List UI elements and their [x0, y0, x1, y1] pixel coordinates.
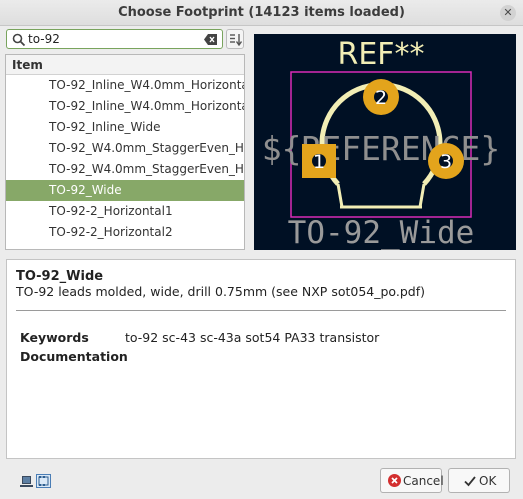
search-icon: [12, 33, 26, 47]
footprint-viewer-icon[interactable]: [36, 473, 51, 489]
pad-3-number: 3: [440, 151, 452, 173]
footprint-preview: ${REFERENCE} 2 1 3 REF** TO-92_Wide: [254, 34, 516, 250]
pad-1-number: 1: [313, 151, 325, 173]
keywords-value: to-92 sc-43 sc-43a sot54 PA33 transistor: [125, 330, 380, 345]
keywords-label: Keywords: [20, 330, 89, 345]
checkmark-icon: [464, 476, 476, 487]
documentation-label: Documentation: [20, 349, 128, 364]
ok-button[interactable]: OK: [448, 468, 510, 493]
footprint-value-text: TO-92_Wide: [288, 215, 475, 250]
cancel-label: Cancel: [403, 474, 444, 488]
footprint-name: TO-92_Wide: [16, 269, 104, 284]
list-item[interactable]: TO-92_Inline_Wide: [6, 117, 244, 138]
window-title: Choose Footprint (14123 items loaded): [118, 5, 405, 20]
divider: [16, 310, 506, 311]
list-item[interactable]: TO-92-2_Horizontal1: [6, 201, 244, 222]
reference-designator: REF**: [337, 37, 424, 72]
reference-field-text: ${REFERENCE}: [262, 129, 500, 168]
footprint-preview-canvas: ${REFERENCE} 2 1 3 REF** TO-92_Wide: [262, 37, 500, 250]
details-panel: TO-92_Wide TO-92 leads molded, wide, dri…: [6, 259, 516, 459]
search-input[interactable]: [28, 31, 198, 47]
sort-button[interactable]: [226, 29, 244, 49]
list-header-item[interactable]: Item: [6, 55, 244, 75]
search-box[interactable]: [6, 29, 223, 49]
sort-icon: [230, 34, 242, 46]
clear-search-icon[interactable]: [204, 34, 217, 45]
close-button[interactable]: ✕: [500, 5, 516, 21]
list-item[interactable]: TO-92-2_Horizontal2: [6, 222, 244, 243]
list-item[interactable]: TO-92_W4.0mm_StaggerEven_Horizo: [6, 159, 244, 180]
laptop-icon[interactable]: [19, 473, 34, 489]
footprint-list[interactable]: Item TO-92_Inline_W4.0mm_Horizontal_Fl T…: [5, 54, 245, 250]
list-item-selected[interactable]: TO-92_Wide: [6, 180, 244, 201]
pad-2-number: 2: [375, 87, 387, 109]
list-item[interactable]: TO-92_Inline_W4.0mm_Horizontal_Fl: [6, 75, 244, 96]
list-item[interactable]: TO-92_W4.0mm_StaggerEven_Horizo: [6, 138, 244, 159]
cancel-icon: [388, 474, 401, 487]
footprint-description: TO-92 leads molded, wide, drill 0.75mm (…: [16, 284, 425, 299]
title-bar: Choose Footprint (14123 items loaded) ✕: [0, 0, 523, 26]
list-item[interactable]: TO-92_Inline_W4.0mm_Horizontal_Fl: [6, 96, 244, 117]
ok-label: OK: [479, 474, 497, 488]
cancel-button[interactable]: Cancel: [380, 468, 444, 493]
body-outline-right: [418, 183, 426, 208]
body-outline-left: [336, 183, 344, 208]
